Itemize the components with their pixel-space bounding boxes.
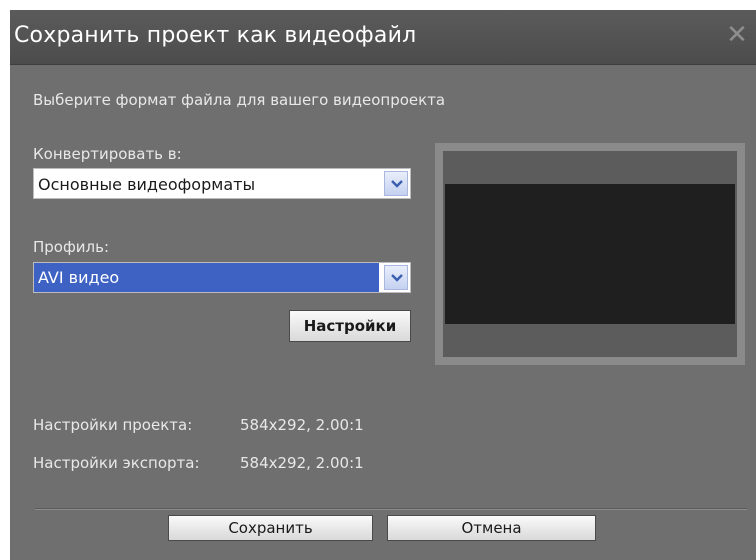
instruction-text: Выберите формат файла для вашего видеопр… [33, 91, 446, 109]
chevron-down-icon[interactable] [384, 265, 408, 290]
project-settings-label: Настройки проекта: [33, 416, 193, 434]
cancel-button[interactable]: Отмена [387, 515, 596, 541]
convert-to-dropdown[interactable]: Основные видеоформаты [33, 168, 411, 199]
footer-divider [35, 508, 747, 510]
convert-to-label: Конвертировать в: [33, 145, 182, 163]
dialog-title: Сохранить проект как видеофайл [14, 23, 417, 48]
profile-label: Профиль: [33, 238, 110, 256]
video-preview [435, 143, 745, 365]
close-icon[interactable]: ✕ [722, 20, 752, 50]
export-settings-label: Настройки экспорта: [33, 454, 200, 472]
settings-button[interactable]: Настройки [289, 310, 411, 342]
profile-value: AVI видео [34, 263, 379, 292]
save-button[interactable]: Сохранить [168, 515, 373, 541]
save-video-dialog: Сохранить проект как видеофайл ✕ Выберит… [10, 10, 756, 560]
convert-to-value: Основные видеоформаты [38, 175, 256, 194]
title-bar[interactable]: Сохранить проект как видеофайл ✕ [10, 10, 756, 65]
chevron-down-icon[interactable] [384, 171, 408, 196]
preview-video-area [445, 184, 735, 324]
profile-dropdown[interactable]: AVI видео [33, 262, 411, 293]
export-settings-value: 584x292, 2.00:1 [240, 454, 364, 472]
project-settings-value: 584x292, 2.00:1 [240, 416, 364, 434]
